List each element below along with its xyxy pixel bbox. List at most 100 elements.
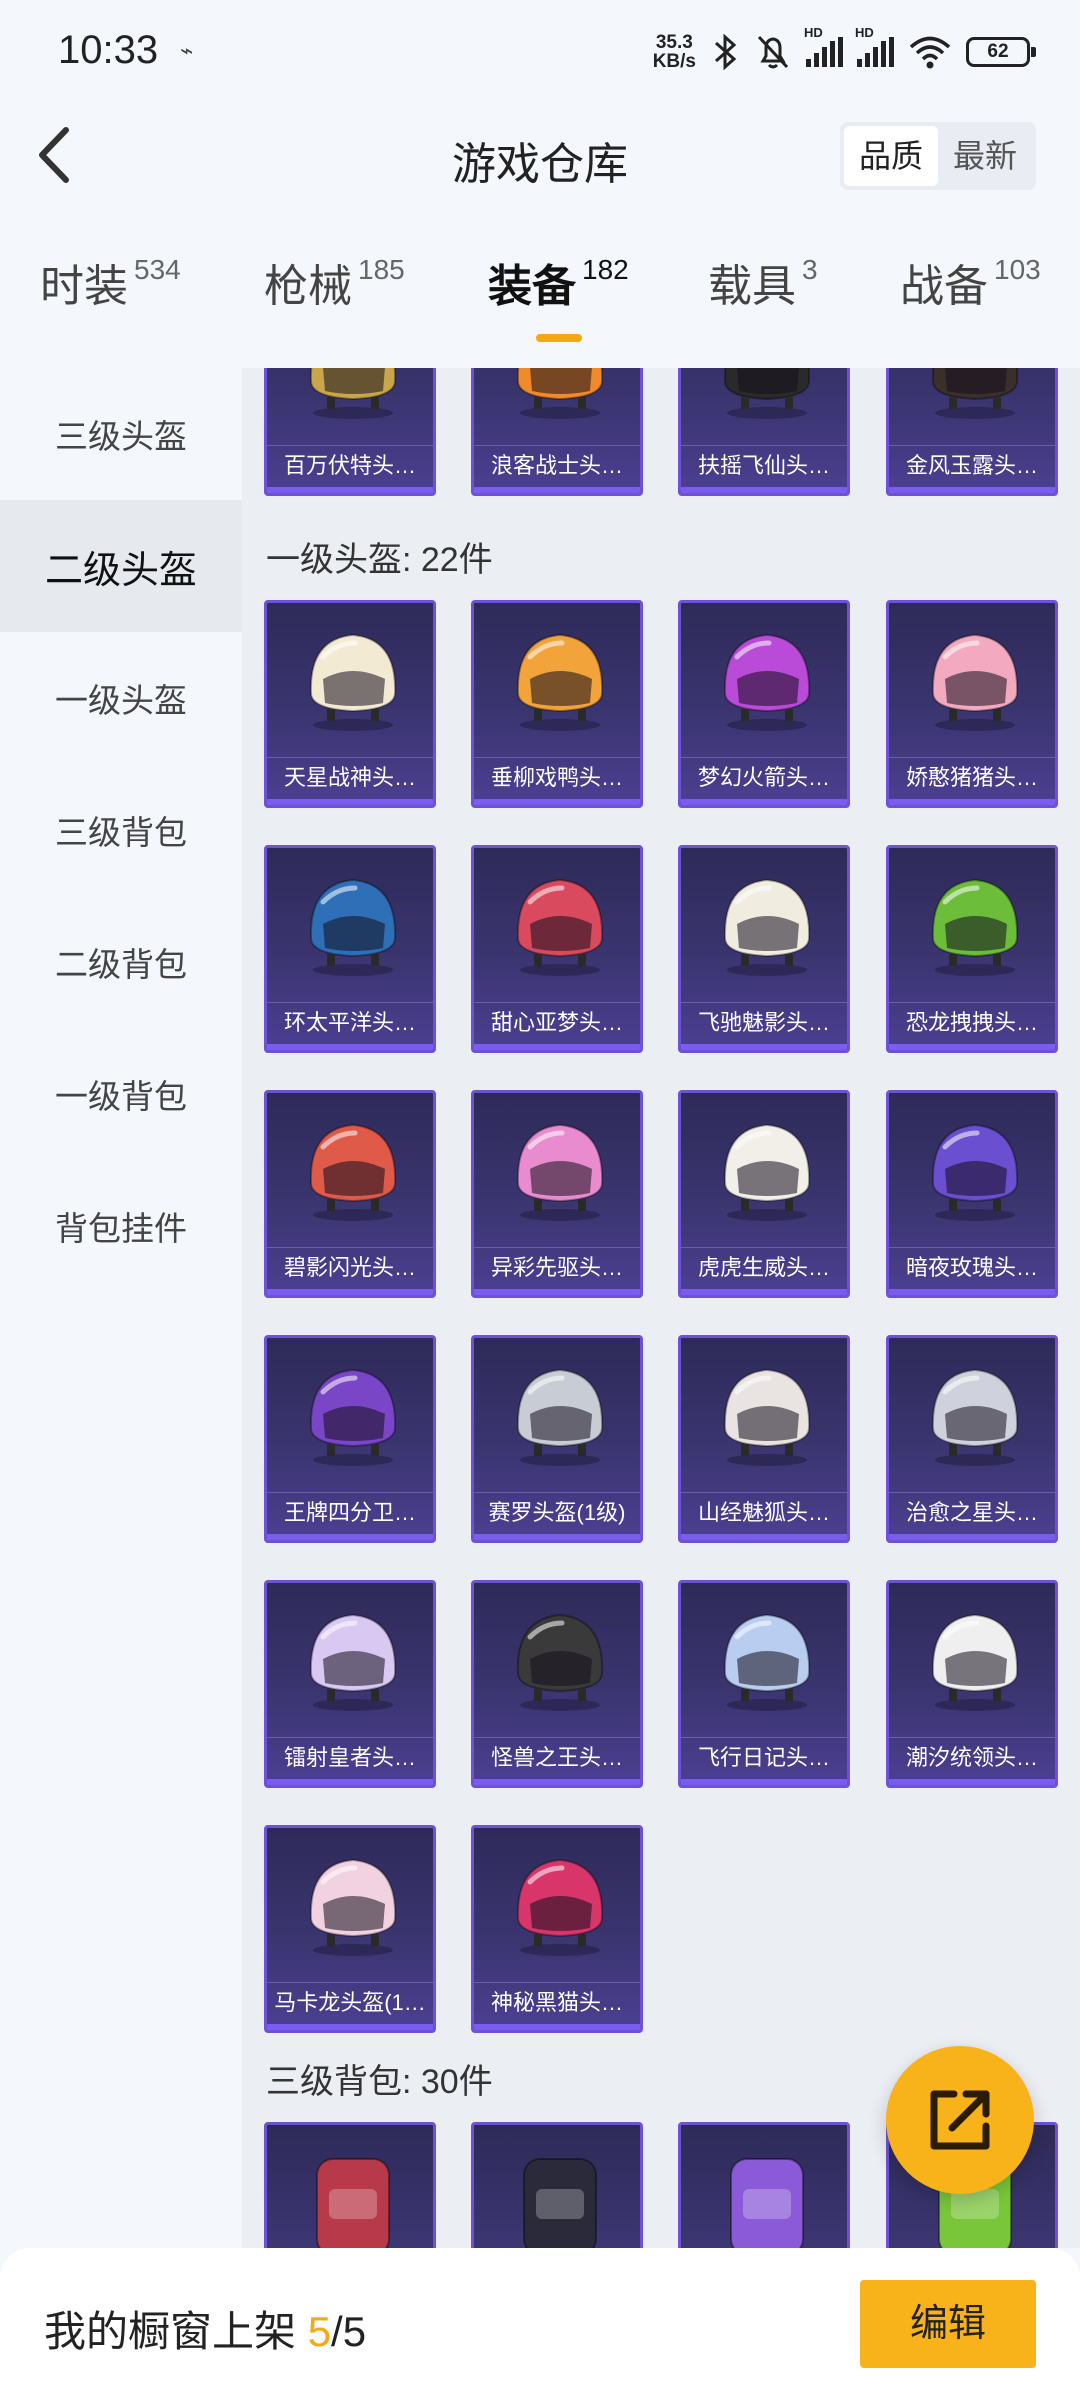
item-name: 暗夜玫瑰头…	[889, 1247, 1055, 1287]
item-card[interactable]: 金风玉露头…	[886, 368, 1058, 496]
sidebar-item-level1-backpack[interactable]: 一级背包	[0, 1028, 242, 1160]
sidebar-item-backpack-charm[interactable]: 背包挂件	[0, 1160, 242, 1292]
tab-label: 装备	[488, 262, 576, 311]
helmet-image	[707, 862, 827, 982]
helmet-image	[500, 1597, 620, 1717]
helmet-image	[500, 368, 620, 425]
item-name: 梦幻火箭头…	[681, 757, 847, 797]
rarity-strip	[889, 487, 1055, 493]
backpack-card[interactable]	[678, 2122, 850, 2248]
item-card[interactable]: 怪兽之王头…	[471, 1580, 643, 1788]
tab-fashion[interactable]: 时装 534	[40, 250, 181, 360]
backpack-image	[293, 2139, 413, 2248]
item-name: 异彩先驱头…	[474, 1247, 640, 1287]
sidebar-item-level3-helmet[interactable]: 三级头盔	[0, 368, 242, 500]
status-icons: 35.3 KB/s HD HD 62	[653, 25, 1036, 74]
item-name: 马卡龙头盔(1…	[267, 1982, 433, 2022]
item-card[interactable]: 浪客战士头…	[471, 368, 643, 496]
signal-icon-2: HD	[855, 25, 894, 67]
item-card[interactable]: 王牌四分卫…	[264, 1335, 436, 1543]
item-card[interactable]: 恐龙拽拽头…	[886, 845, 1058, 1053]
helmet-image	[293, 1107, 413, 1227]
item-name: 扶摇飞仙头…	[681, 445, 847, 485]
status-bar: 10:33 ⌁ 35.3 KB/s HD HD 62	[0, 0, 1080, 100]
rarity-strip	[267, 1289, 433, 1295]
item-card[interactable]: 碧影闪光头…	[264, 1090, 436, 1298]
item-card[interactable]: 扶摇飞仙头…	[678, 368, 850, 496]
item-card[interactable]: 天星战神头…	[264, 600, 436, 808]
item-card[interactable]: 神秘黑猫头…	[471, 1825, 643, 2033]
sidebar: 三级头盔 二级头盔 一级头盔 三级背包 二级背包 一级背包 背包挂件	[0, 368, 242, 2248]
rarity-strip	[474, 2024, 640, 2030]
helmet-image	[500, 862, 620, 982]
item-name: 娇憨猪猪头…	[889, 757, 1055, 797]
item-card[interactable]: 山经魅狐头…	[678, 1335, 850, 1543]
item-grid-area[interactable]: 一级头盔: 22件 三级背包: 30件 百万伏特头… 浪客战士头… 扶摇飞仙头… 金风…	[242, 368, 1080, 2248]
item-card[interactable]: 垂柳戏鸭头…	[471, 600, 643, 808]
helmet-image	[293, 617, 413, 737]
wifi-icon	[909, 36, 951, 69]
helmet-image	[500, 1842, 620, 1962]
tab-vehicles[interactable]: 载具 3	[708, 250, 818, 360]
item-card[interactable]: 百万伏特头…	[264, 368, 436, 496]
helmet-image	[293, 862, 413, 982]
tab-label: 战备	[900, 262, 988, 311]
item-name: 飞驰魅影头…	[681, 1002, 847, 1042]
item-card[interactable]: 治愈之星头…	[886, 1335, 1058, 1543]
backpack-card[interactable]	[471, 2122, 643, 2248]
item-card[interactable]: 赛罗头盔(1级)	[471, 1335, 643, 1543]
rarity-strip	[889, 1779, 1055, 1785]
tab-count: 534	[134, 254, 181, 285]
item-card[interactable]: 环太平洋头…	[264, 845, 436, 1053]
item-name: 飞行日记头…	[681, 1737, 847, 1777]
battery-indicator: 62	[966, 37, 1036, 67]
item-card[interactable]: 飞行日记头…	[678, 1580, 850, 1788]
tab-combat-gear[interactable]: 战备 103	[900, 250, 1041, 360]
helmet-image	[707, 1107, 827, 1227]
edit-button[interactable]: 编辑	[860, 2280, 1036, 2368]
item-name: 百万伏特头…	[267, 445, 433, 485]
item-card[interactable]: 镭射皇者头…	[264, 1580, 436, 1788]
item-card[interactable]: 潮汐统领头…	[886, 1580, 1058, 1788]
item-card[interactable]: 暗夜玫瑰头…	[886, 1090, 1058, 1298]
item-card[interactable]: 梦幻火箭头…	[678, 600, 850, 808]
sort-newest-option[interactable]: 最新	[938, 126, 1032, 186]
sidebar-item-level2-backpack[interactable]: 二级背包	[0, 896, 242, 1028]
item-card[interactable]: 异彩先驱头…	[471, 1090, 643, 1298]
tab-guns[interactable]: 枪械 185	[264, 250, 405, 360]
sidebar-item-level2-helmet[interactable]: 二级头盔	[0, 500, 242, 632]
sort-quality-option[interactable]: 品质	[844, 126, 938, 186]
share-button[interactable]	[886, 2046, 1034, 2194]
rarity-strip	[474, 487, 640, 493]
helmet-image	[915, 1352, 1035, 1472]
item-card[interactable]: 飞驰魅影头…	[678, 845, 850, 1053]
item-name: 恐龙拽拽头…	[889, 1002, 1055, 1042]
rarity-strip	[267, 1044, 433, 1050]
item-name: 环太平洋头…	[267, 1002, 433, 1042]
backpack-card[interactable]	[264, 2122, 436, 2248]
item-name: 山经魅狐头…	[681, 1492, 847, 1532]
active-tab-indicator	[536, 334, 582, 342]
tab-equipment[interactable]: 装备 182	[488, 250, 629, 360]
helmet-image	[915, 368, 1035, 425]
item-name: 神秘黑猫头…	[474, 1982, 640, 2022]
item-card[interactable]: 虎虎生威头…	[678, 1090, 850, 1298]
item-card[interactable]: 娇憨猪猪头…	[886, 600, 1058, 808]
rarity-strip	[267, 799, 433, 805]
sidebar-item-level1-helmet[interactable]: 一级头盔	[0, 632, 242, 764]
rarity-strip	[681, 1289, 847, 1295]
helmet-image	[707, 1352, 827, 1472]
showcase-total: 5	[342, 2308, 367, 2355]
sidebar-item-level3-backpack[interactable]: 三级背包	[0, 764, 242, 896]
helmet-image	[707, 617, 827, 737]
helmet-image	[707, 368, 827, 425]
backpack-image	[500, 2139, 620, 2248]
item-card[interactable]: 马卡龙头盔(1…	[264, 1825, 436, 2033]
helmet-image	[915, 1107, 1035, 1227]
item-card[interactable]: 甜心亚梦头…	[471, 845, 643, 1053]
helmet-image	[915, 862, 1035, 982]
helmet-image	[915, 1597, 1035, 1717]
item-name: 碧影闪光头…	[267, 1247, 433, 1287]
rarity-strip	[681, 1534, 847, 1540]
mute-bell-icon	[757, 35, 789, 69]
